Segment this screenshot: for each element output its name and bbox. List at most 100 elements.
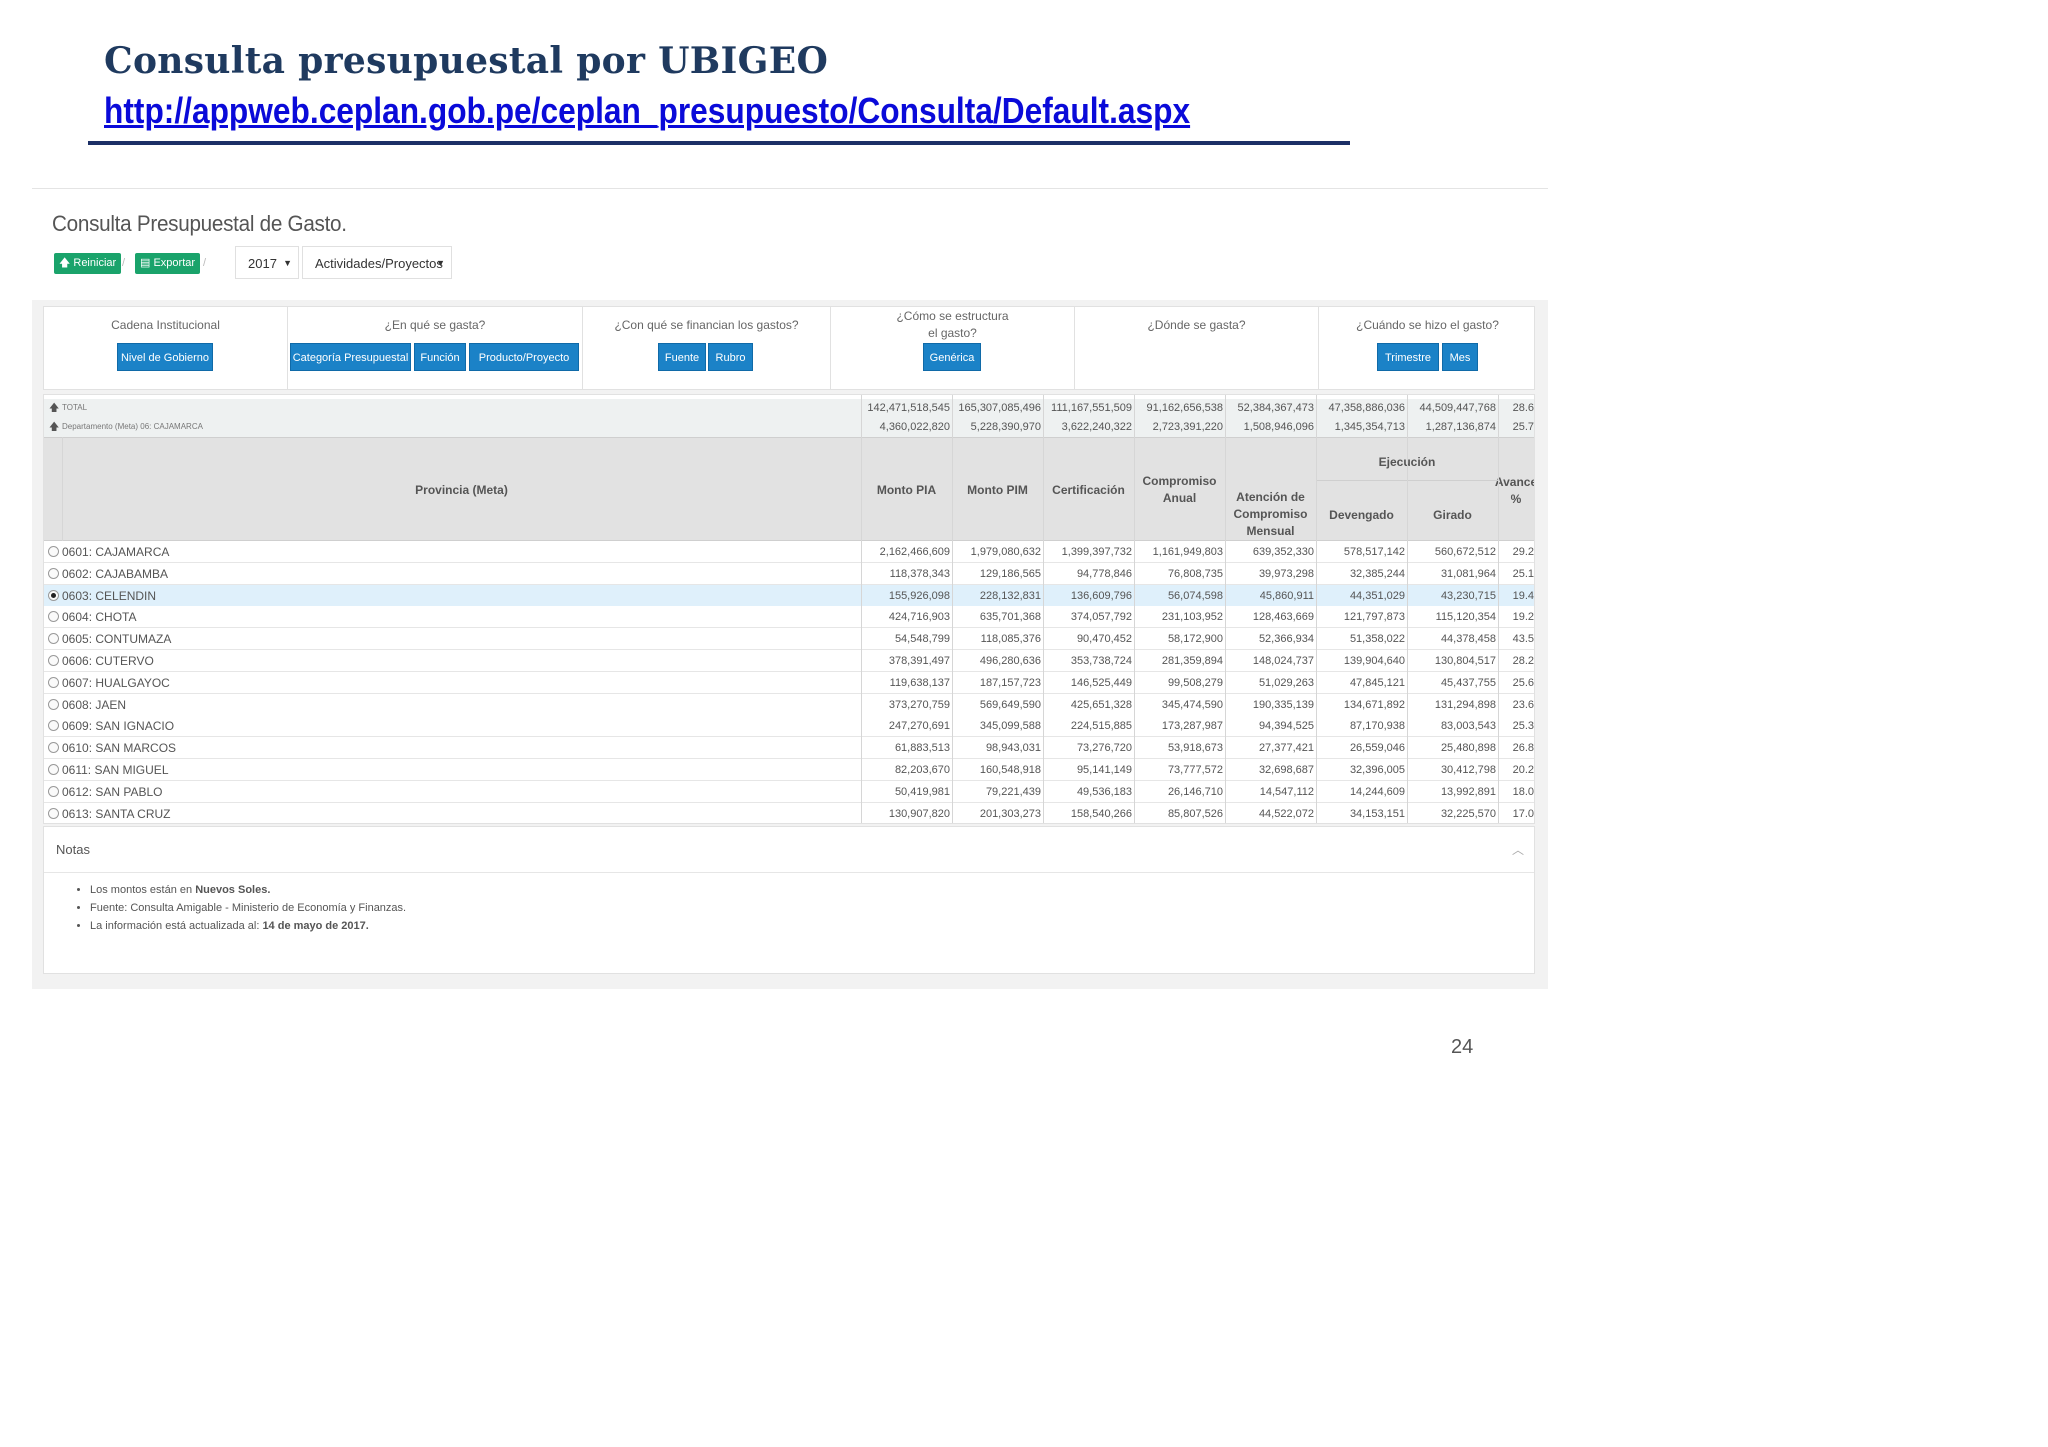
cell-atencion-compromiso: 52,384,367,473 bbox=[1237, 402, 1314, 414]
nota-item: La información está actualizada al: 14 d… bbox=[90, 917, 406, 935]
cell-girado: 30,412,798 bbox=[1440, 764, 1496, 776]
consulta-url-link[interactable]: http://appweb.ceplan.gob.pe/ceplan_presu… bbox=[104, 90, 1190, 132]
table-row[interactable]: 0611: SAN MIGUEL 82,203,670 160,548,918 95,… bbox=[44, 759, 1534, 781]
cell-atencion-compromiso: 639,352,330 bbox=[1252, 546, 1314, 558]
funcion-button[interactable]: Función bbox=[414, 343, 466, 371]
rubro-button[interactable]: Rubro bbox=[708, 343, 753, 371]
row-radio-button[interactable] bbox=[48, 589, 59, 601]
cell-monto-pia: 424,716,903 bbox=[888, 611, 950, 624]
cell-certificacion: 95,141,149 bbox=[1076, 764, 1132, 776]
cell-devengado: 32,396,005 bbox=[1349, 764, 1405, 776]
cell-certificacion: 49,536,183 bbox=[1076, 785, 1132, 798]
table-row[interactable]: 0605: CONTUMAZA 54,548,799 118,085,376 90,4… bbox=[44, 628, 1534, 651]
cell-devengado: 14,244,609 bbox=[1349, 785, 1405, 798]
table-header: Provincia (Meta) Monto PIA Monto PIM Cer… bbox=[44, 437, 1534, 541]
cell-certificacion: 136,609,796 bbox=[1070, 589, 1132, 602]
column-divider bbox=[952, 395, 953, 823]
cell-avance: 19.4 bbox=[1512, 589, 1534, 602]
row-radio-button[interactable] bbox=[48, 698, 59, 710]
mode-select[interactable]: Actividades/Proyectos ▼ bbox=[302, 246, 452, 279]
fuente-button[interactable]: Fuente bbox=[658, 343, 706, 371]
cell-certificacion: 1,399,397,732 bbox=[1061, 546, 1132, 558]
cell-compromiso-anual: 2,723,391,220 bbox=[1152, 421, 1223, 433]
table-row[interactable]: 0602: CAJABAMBA 118,378,343 129,186,565 94,… bbox=[44, 562, 1534, 585]
total-summary-row[interactable]: 🡅 TOTAL 142,471,518,545 165,307,085,496 11… bbox=[44, 399, 1534, 418]
budget-grid: 🡅 TOTAL 142,471,518,545 165,307,085,496 11… bbox=[43, 394, 1535, 824]
producto-proyecto-button[interactable]: Producto/Proyecto bbox=[469, 343, 579, 371]
cell-monto-pia: 247,270,691 bbox=[888, 720, 950, 733]
table-row[interactable]: 0608: JAEN 373,270,759 569,649,590 425,651,… bbox=[44, 693, 1534, 716]
filter-question: ¿Dónde se gasta? bbox=[1147, 318, 1246, 332]
cell-certificacion: 146,525,449 bbox=[1070, 676, 1132, 689]
cell-monto-pia: 142,471,518,545 bbox=[867, 402, 950, 414]
cell-certificacion: 353,738,724 bbox=[1070, 655, 1132, 667]
header-avance[interactable]: Avance % bbox=[1494, 474, 1534, 508]
cell-avance: 25.3 bbox=[1512, 720, 1534, 733]
trimestre-button[interactable]: Trimestre bbox=[1377, 343, 1439, 371]
cell-monto-pia: 130,907,820 bbox=[888, 807, 950, 820]
header-monto-pia[interactable]: Monto PIA bbox=[861, 482, 952, 499]
row-radio-button[interactable] bbox=[48, 546, 59, 557]
header-compromiso-anual[interactable]: Compromiso Anual bbox=[1134, 473, 1225, 507]
cell-girado: 32,225,570 bbox=[1440, 807, 1496, 820]
table-row[interactable]: 0604: CHOTA 424,716,903 635,701,368 374,057… bbox=[44, 606, 1534, 629]
departamento-summary-row[interactable]: 🡅 Departamento (Meta) 06: CAJAMARCA 4,36… bbox=[44, 418, 1534, 437]
row-radio-button[interactable] bbox=[48, 785, 59, 797]
table-row[interactable]: 0610: SAN MARCOS 61,883,513 98,943,031 73,2… bbox=[44, 737, 1534, 760]
header-monto-pim[interactable]: Monto PIM bbox=[952, 482, 1043, 499]
notas-header[interactable]: Notas ︿ bbox=[44, 827, 1534, 873]
year-select[interactable]: 2017 ▼ bbox=[235, 246, 299, 279]
province-name: 0609: SAN IGNACIO bbox=[62, 719, 175, 734]
row-radio-button[interactable] bbox=[48, 764, 59, 775]
filter-question-line2: el gasto? bbox=[928, 326, 977, 340]
cell-girado: 130,804,517 bbox=[1434, 655, 1496, 667]
column-divider bbox=[1316, 395, 1317, 823]
header-provincia[interactable]: Provincia (Meta) bbox=[62, 482, 861, 499]
filter-question-line1: ¿Cómo se estructura bbox=[896, 309, 1009, 323]
table-row[interactable]: 0612: SAN PABLO 50,419,981 79,221,439 49,53… bbox=[44, 780, 1534, 803]
table-row[interactable]: 0603: CELENDIN 155,926,098 228,132,831 136,… bbox=[44, 584, 1534, 607]
row-radio-button[interactable] bbox=[48, 720, 59, 732]
header-devengado[interactable]: Devengado bbox=[1316, 507, 1407, 524]
cell-girado: 43,230,715 bbox=[1440, 589, 1496, 602]
nivel-gobierno-button[interactable]: Nivel de Gobierno bbox=[117, 343, 213, 371]
cell-certificacion: 425,651,328 bbox=[1070, 698, 1132, 711]
nota-text: Fuente: Consulta Amigable - Ministerio d… bbox=[90, 902, 407, 914]
cell-monto-pia: 50,419,981 bbox=[894, 785, 950, 798]
header-line: Mensual bbox=[1246, 524, 1295, 538]
cell-compromiso-anual: 85,807,526 bbox=[1167, 807, 1223, 820]
exportar-button[interactable]: ▤ Exportar bbox=[135, 253, 201, 274]
cell-monto-pim: 79,221,439 bbox=[985, 785, 1041, 798]
header-certificacion[interactable]: Certificación bbox=[1043, 482, 1134, 499]
categoria-presupuestal-button[interactable]: Categoría Presupuestal bbox=[290, 343, 411, 371]
table-row[interactable]: 0607: HUALGAYOC 119,638,137 187,157,723 146… bbox=[44, 671, 1534, 694]
table-row[interactable]: 0613: SANTA CRUZ 130,907,820 201,303,273 15… bbox=[44, 802, 1534, 823]
row-radio-button[interactable] bbox=[48, 742, 59, 754]
row-radio-button[interactable] bbox=[48, 633, 59, 645]
cell-compromiso-anual: 73,777,572 bbox=[1167, 764, 1223, 776]
cell-devengado: 87,170,938 bbox=[1349, 720, 1405, 733]
cell-devengado: 47,358,886,036 bbox=[1328, 402, 1405, 414]
cell-monto-pia: 82,203,670 bbox=[894, 764, 950, 776]
row-radio-button[interactable] bbox=[48, 611, 59, 623]
cell-certificacion: 111,167,551,509 bbox=[1051, 402, 1132, 414]
table-row[interactable]: 0601: CAJAMARCA 2,162,466,609 1,979,080,63… bbox=[44, 541, 1534, 563]
province-name: 0612: SAN PABLO bbox=[62, 784, 163, 799]
generica-button[interactable]: Genérica bbox=[923, 343, 981, 371]
chevron-up-icon[interactable]: ︿ bbox=[1512, 841, 1524, 858]
table-row[interactable]: 0609: SAN IGNACIO 247,270,691 345,099,588 2… bbox=[44, 715, 1534, 738]
cell-atencion-compromiso: 190,335,139 bbox=[1252, 698, 1314, 711]
table-row[interactable]: 0606: CUTERVO 378,391,497 496,280,636 353,7… bbox=[44, 650, 1534, 672]
cell-certificacion: 374,057,792 bbox=[1070, 611, 1132, 624]
reiniciar-button[interactable]: 🡅 Reiniciar bbox=[54, 253, 122, 274]
mes-button[interactable]: Mes bbox=[1442, 343, 1478, 371]
cell-devengado: 44,351,029 bbox=[1349, 589, 1405, 602]
cell-monto-pia: 2,162,466,609 bbox=[879, 546, 950, 558]
row-radio-button[interactable] bbox=[48, 655, 59, 666]
row-radio-button[interactable] bbox=[48, 676, 59, 688]
row-radio-button[interactable] bbox=[48, 567, 59, 579]
header-atencion-compromiso[interactable]: Atención de Compromiso Mensual bbox=[1225, 489, 1316, 540]
cell-girado: 83,003,543 bbox=[1440, 720, 1496, 733]
header-girado[interactable]: Girado bbox=[1407, 507, 1498, 524]
row-radio-button[interactable] bbox=[48, 807, 59, 819]
